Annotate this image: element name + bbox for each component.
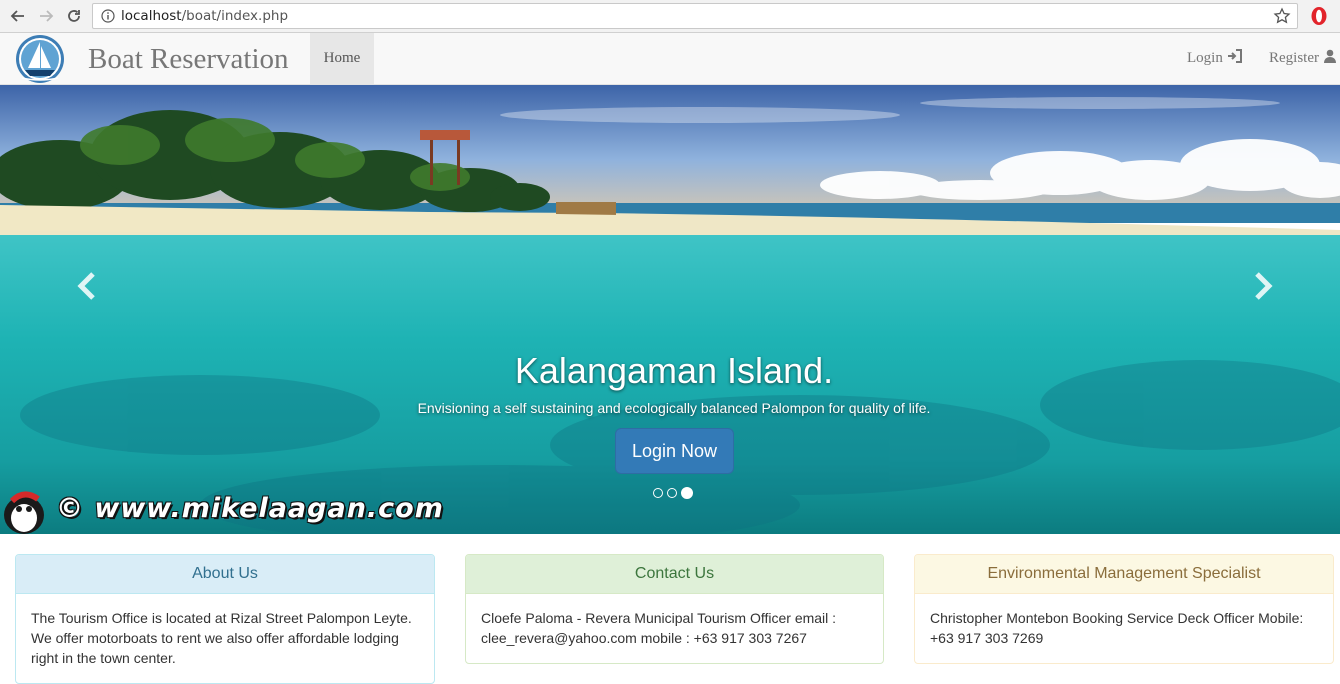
boat-logo-icon[interactable] (14, 34, 66, 84)
user-icon (1323, 49, 1337, 68)
reload-icon[interactable] (64, 6, 84, 26)
nav-register-link[interactable]: Register (1269, 49, 1337, 68)
sign-in-icon (1227, 49, 1242, 68)
nav-home-link[interactable]: Home (310, 33, 374, 84)
brand-title[interactable]: Boat Reservation (88, 43, 289, 76)
carousel-prev-chevron-icon[interactable] (76, 271, 100, 301)
nav-login-link[interactable]: Login (1187, 49, 1242, 68)
address-bar[interactable]: localhost/boat/index.php (92, 3, 1298, 29)
bookmark-star-icon[interactable] (1273, 7, 1291, 30)
hero-carousel: Kalangaman Island. Envisioning a self su… (0, 85, 1340, 534)
carousel-indicator-2[interactable] (667, 488, 677, 498)
carousel-indicator-1[interactable] (653, 488, 663, 498)
about-us-heading: About Us (16, 555, 434, 594)
environment-body: Christopher Montebon Booking Service Dec… (930, 610, 1304, 646)
login-now-button[interactable]: Login Now (615, 428, 734, 474)
login-label: Login (1187, 50, 1223, 66)
carousel-indicators (653, 487, 693, 499)
about-us-body: The Tourism Office is located at Rizal S… (31, 610, 412, 666)
carousel-indicator-3[interactable] (681, 487, 693, 499)
contact-us-heading: Contact Us (466, 555, 883, 594)
contact-us-panel: Contact Us Cloefe Paloma - Revera Munici… (465, 554, 884, 664)
carousel-next-chevron-icon[interactable] (1250, 271, 1274, 301)
opera-icon[interactable] (1310, 6, 1328, 31)
carousel-subtitle: Envisioning a self sustaining and ecolog… (417, 400, 931, 416)
register-label: Register (1269, 50, 1319, 66)
contact-us-body: Cloefe Paloma - Revera Municipal Tourism… (481, 610, 837, 646)
environment-heading: Environmental Management Specialist (915, 555, 1333, 594)
about-us-panel: About Us The Tourism Office is located a… (15, 554, 435, 684)
environment-panel: Environmental Management Specialist Chri… (914, 554, 1334, 664)
back-arrow-icon[interactable] (8, 6, 28, 26)
browser-toolbar: localhost/boat/index.php (0, 0, 1340, 33)
navbar: Boat Reservation Home Login Register (0, 33, 1340, 85)
info-icon[interactable] (101, 9, 115, 28)
watermark-text: © www.mikelaagan.com (56, 493, 444, 524)
forward-arrow-icon[interactable] (36, 6, 56, 26)
url-text: localhost/boat/index.php (121, 8, 289, 24)
penguin-mascot-icon (4, 491, 44, 534)
carousel-title: Kalangaman Island. (514, 350, 834, 391)
